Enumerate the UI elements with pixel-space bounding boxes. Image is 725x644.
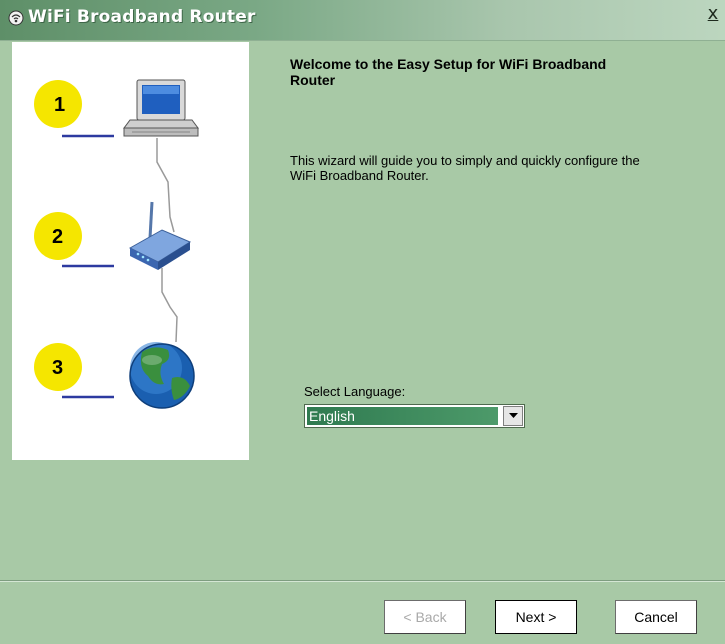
language-selected-value[interactable]: English bbox=[307, 407, 498, 425]
wizard-description: This wizard will guide you to simply and… bbox=[290, 153, 640, 183]
router-app-icon bbox=[8, 10, 24, 26]
router-icon bbox=[128, 201, 192, 270]
next-button[interactable]: Next > bbox=[495, 600, 577, 634]
welcome-content: Welcome to the Easy Setup for WiFi Broad… bbox=[290, 56, 710, 183]
step-3-number: 3 bbox=[52, 357, 63, 379]
step-1-number: 1 bbox=[54, 94, 65, 116]
step-3-badge: 3 bbox=[34, 343, 114, 399]
footer-divider bbox=[0, 580, 725, 582]
setup-illustration: 1 2 3 bbox=[34, 79, 199, 409]
language-label: Select Language: bbox=[304, 384, 406, 399]
back-button[interactable]: < Back bbox=[384, 600, 466, 634]
cancel-button[interactable]: Cancel bbox=[615, 600, 697, 634]
welcome-heading: Welcome to the Easy Setup for WiFi Broad… bbox=[290, 56, 607, 88]
step-2-badge: 2 bbox=[34, 212, 114, 268]
computer-icon bbox=[123, 79, 199, 137]
dropdown-arrow-icon[interactable] bbox=[503, 406, 523, 426]
step-1-badge: 1 bbox=[34, 80, 114, 138]
title-bar: WiFi Broadband Router x bbox=[0, 0, 725, 41]
setup-illustration-panel: 1 2 3 bbox=[12, 42, 249, 460]
globe-icon bbox=[129, 342, 195, 409]
language-select[interactable]: English bbox=[304, 404, 525, 428]
step-2-number: 2 bbox=[52, 226, 63, 248]
close-button[interactable]: x bbox=[703, 4, 723, 26]
window-title: WiFi Broadband Router bbox=[28, 7, 256, 27]
